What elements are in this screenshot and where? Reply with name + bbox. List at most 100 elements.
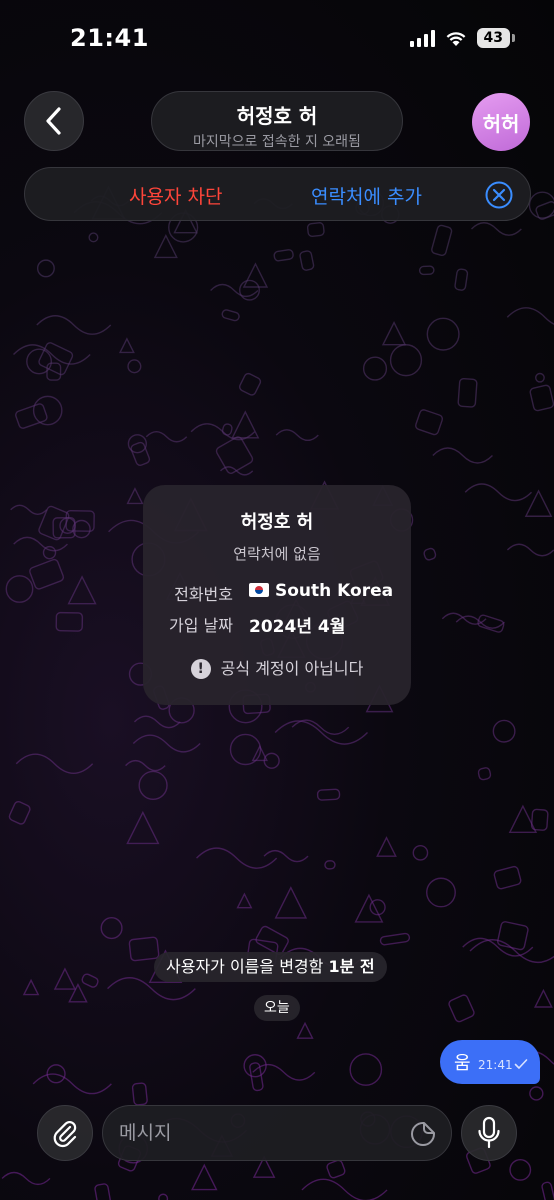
wallpaper-doodle bbox=[22, 978, 40, 996]
warning-icon: ! bbox=[190, 659, 211, 679]
microphone-button[interactable] bbox=[461, 1105, 517, 1161]
status-time: 21:41 bbox=[70, 24, 149, 52]
wallpaper-doodle bbox=[412, 844, 429, 861]
wallpaper-doodle bbox=[509, 1158, 532, 1181]
wallpaper-doodle bbox=[464, 483, 533, 502]
wallpaper-doodle bbox=[529, 1086, 544, 1101]
check-icon bbox=[514, 1059, 528, 1069]
wallpaper-doodle bbox=[534, 988, 553, 1008]
wallpaper-doodle bbox=[236, 892, 253, 909]
wallpaper-doodle bbox=[131, 1082, 148, 1106]
name-change-time: 1분 전 bbox=[328, 957, 375, 976]
contact-info-card: 허정호 허 연락처에 없음 전화번호 South Korea 가입 날짜 202… bbox=[143, 485, 411, 705]
joined-value: 2024년 4월 bbox=[249, 617, 346, 637]
wallpaper-doodle bbox=[263, 849, 309, 863]
wallpaper-doodle bbox=[229, 733, 262, 766]
wallpaper-doodle bbox=[15, 403, 48, 429]
wallpaper-doodle bbox=[196, 847, 278, 869]
wallpaper-doodle bbox=[381, 320, 407, 346]
wallpaper-doodle bbox=[239, 279, 260, 301]
wallpaper-doodle bbox=[100, 917, 123, 940]
wallpaper-doodle bbox=[221, 309, 240, 322]
wallpaper-doodle bbox=[376, 836, 397, 857]
close-circle-icon[interactable] bbox=[484, 180, 514, 210]
wallpaper-doodle bbox=[273, 249, 294, 262]
name-change-text: 사용자가 이름을 변경함 bbox=[166, 957, 329, 976]
wifi-icon bbox=[446, 31, 465, 46]
last-seen-status: 마지막으로 접속한 지 오래됨 bbox=[193, 134, 361, 150]
wallpaper-doodle bbox=[306, 222, 325, 238]
wallpaper-doodle bbox=[8, 800, 31, 825]
message-field bbox=[102, 1105, 452, 1161]
wallpaper-doodle bbox=[497, 921, 529, 951]
phone-value: South Korea bbox=[249, 581, 393, 601]
wallpaper-doodle bbox=[389, 344, 423, 377]
sticker-icon[interactable] bbox=[409, 1120, 437, 1148]
avatar[interactable]: 허허 bbox=[472, 93, 530, 151]
name-change-notice: 사용자가 이름을 변경함 1분 전 bbox=[154, 952, 387, 982]
wallpaper-doodle bbox=[415, 409, 444, 436]
message-text: 움 bbox=[454, 1053, 471, 1074]
wallpaper-doodle bbox=[274, 720, 368, 745]
wallpaper-doodle bbox=[53, 967, 77, 990]
wallpaper-doodle bbox=[301, 1178, 388, 1200]
wallpaper-doodle bbox=[125, 759, 166, 772]
attach-button[interactable] bbox=[37, 1105, 93, 1161]
status-icons: 43 bbox=[409, 28, 516, 48]
joined-label: 가입 날짜 bbox=[169, 616, 233, 635]
wallpaper-doodle bbox=[324, 860, 336, 870]
wallpaper-doodle bbox=[88, 232, 99, 243]
message-input[interactable] bbox=[119, 1106, 399, 1160]
wallpaper-doodle bbox=[68, 983, 88, 1003]
wallpaper-doodle bbox=[15, 753, 94, 774]
phone-country: South Korea bbox=[275, 581, 394, 601]
wallpaper-doodle bbox=[133, 715, 181, 729]
wallpaper-doodle bbox=[535, 372, 545, 383]
wallpaper-doodle bbox=[126, 487, 144, 505]
outgoing-message[interactable]: 움 21:41 bbox=[440, 1040, 540, 1084]
wallpaper-doodle bbox=[94, 1183, 111, 1200]
wallpaper-doodle bbox=[541, 1181, 554, 1200]
wallpaper-doodle bbox=[191, 1163, 218, 1191]
message-time: 21:41 bbox=[478, 1058, 513, 1072]
wallpaper-doodle bbox=[379, 932, 411, 946]
wallpaper-doodle bbox=[1, 1171, 51, 1186]
wallpaper-doodle bbox=[274, 886, 308, 919]
wallpaper-doodle bbox=[418, 265, 435, 276]
wallpaper-doodle bbox=[32, 1073, 112, 1095]
signal-icon bbox=[409, 29, 435, 47]
wallpaper-doodle bbox=[470, 222, 522, 236]
wallpaper-doodle bbox=[423, 547, 437, 561]
battery-icon: 43 bbox=[476, 28, 516, 48]
paperclip-icon bbox=[53, 1121, 77, 1148]
wallpaper-doodle bbox=[126, 810, 160, 845]
info-card-name: 허정호 허 bbox=[240, 512, 314, 533]
chevron-left-icon bbox=[46, 107, 61, 135]
chat-screen: 21:41 43 허정호 허 마지막으로 접속한 지 오래됨 허허 사용자 차단… bbox=[0, 0, 554, 1200]
wallpaper-doodle bbox=[128, 936, 160, 962]
chat-title-button[interactable]: 허정호 허 마지막으로 접속한 지 오래됨 bbox=[151, 91, 403, 151]
official-text: 공식 계정이 아닙니다 bbox=[220, 659, 364, 678]
official-notice: ! 공식 계정이 아닙니다 bbox=[143, 655, 411, 679]
wallpaper-doodle bbox=[431, 224, 453, 257]
date-separator: 오늘 bbox=[254, 995, 300, 1021]
wallpaper-doodle bbox=[426, 317, 460, 351]
block-user-button[interactable]: 사용자 차단 bbox=[129, 182, 222, 209]
wallpaper-doodle bbox=[55, 611, 84, 632]
wallpaper-doodle bbox=[493, 865, 522, 890]
microphone-icon bbox=[478, 1116, 500, 1149]
wallpaper-doodle bbox=[238, 372, 262, 396]
wallpaper-doodle bbox=[529, 384, 554, 412]
wallpaper-doodle bbox=[457, 377, 478, 408]
wallpaper-doodle bbox=[127, 359, 142, 374]
wallpaper-doodle bbox=[10, 504, 48, 515]
phone-label: 전화번호 bbox=[174, 585, 233, 604]
wallpaper-doodle bbox=[426, 877, 456, 908]
wallpaper-doodle bbox=[275, 429, 319, 442]
wallpaper-doodle bbox=[221, 423, 233, 436]
add-contact-button[interactable]: 연락처에 추가 bbox=[311, 182, 422, 209]
wallpaper-doodle bbox=[492, 719, 516, 743]
back-button[interactable] bbox=[24, 91, 84, 151]
wallpaper-doodle bbox=[469, 939, 554, 964]
wallpaper-doodle bbox=[477, 767, 492, 781]
